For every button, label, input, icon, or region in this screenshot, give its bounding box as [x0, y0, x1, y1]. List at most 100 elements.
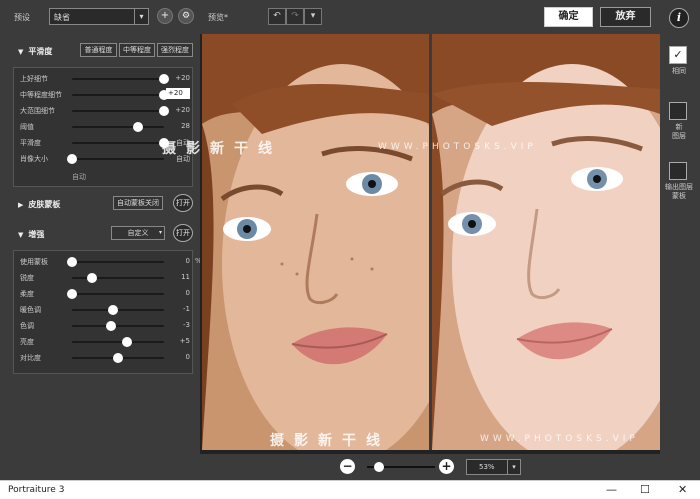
enhance-slider-label: 暖色调 — [20, 306, 41, 314]
enhance-slider-track[interactable] — [72, 305, 164, 315]
enhance-slider-knob[interactable] — [87, 273, 98, 283]
enhance-slider-value: -3 — [183, 321, 190, 329]
watermark-text-top: 摄影新干线 — [162, 141, 282, 157]
add-preset-button[interactable]: + — [157, 8, 173, 24]
enhance-mode-select[interactable]: 自定义 ▾ — [111, 226, 165, 240]
watermark-url-bottom: WWW.PHOTOSKS.VIP — [480, 434, 639, 444]
enhance-slider-track[interactable] — [72, 321, 164, 331]
enhance-slider-knob[interactable] — [67, 257, 77, 267]
smoothing-slider-label: 阈值 — [20, 123, 34, 131]
triangle-down-icon: ▼ — [18, 231, 24, 239]
enhance-slider-track[interactable] — [72, 273, 164, 283]
maximize-button[interactable]: ☐ — [640, 483, 650, 496]
same-label: 相同 — [672, 67, 686, 75]
preset-strong-button[interactable]: 强烈程度 — [157, 43, 193, 57]
skin-mask-open-button[interactable]: 打开 — [173, 194, 193, 212]
triangle-right-icon: ▶ — [18, 201, 24, 209]
smoothing-slider-row: 上好细节 +20 — [14, 71, 194, 87]
enhance-slider-label: 对比度 — [20, 354, 41, 362]
same-checkbox[interactable]: ✓ — [669, 46, 687, 64]
enhance-slider-label: 亮度 — [20, 338, 34, 346]
auto-mask-toggle[interactable]: 自动蒙板关闭 — [113, 196, 163, 210]
enhance-slider-knob[interactable] — [113, 353, 123, 363]
enhance-slider-row: 使用蒙板 0% — [14, 254, 202, 270]
preset-value: 缺省 — [54, 13, 70, 22]
enhance-slider-row: 柔度 0 — [14, 286, 194, 302]
enhance-slider-label: 锐度 — [20, 274, 34, 282]
zoom-out-button[interactable]: − — [340, 459, 355, 474]
triangle-down-icon: ▼ — [18, 48, 24, 56]
enhance-slider-row: 色调 -3 — [14, 318, 194, 334]
skin-mask-section-header[interactable]: ▶ 皮肤蒙板 — [18, 199, 60, 210]
chevron-down-icon: ▾ — [134, 9, 148, 24]
smoothing-slider-row: 中等程度细节 +20 — [14, 87, 194, 103]
top-toolbar: 预设 缺省 ▾ + ⚙ 预览* ↶ ↷ ▾ 确定 放弃 i — [0, 0, 700, 34]
smoothing-section-header[interactable]: ▼ 平滑度 — [18, 46, 52, 57]
smoothing-slider-track[interactable] — [67, 154, 164, 164]
zoom-in-button[interactable]: + — [439, 459, 454, 474]
portrait-processed-illustration — [432, 34, 660, 450]
preset-select[interactable]: 缺省 ▾ — [49, 8, 149, 25]
window-title-bar: Portraiture 3 — ☐ ✕ — [0, 480, 700, 499]
undo-button[interactable]: ↶ — [268, 8, 286, 25]
output-layer-mask-label: 输出图层 蒙板 — [665, 183, 693, 200]
smoothing-slider-track[interactable] — [72, 138, 169, 148]
enhance-slider-knob[interactable] — [105, 321, 116, 331]
smoothing-slider-label: 肖像大小 — [20, 155, 48, 163]
smoothing-slider-knob[interactable] — [67, 154, 77, 164]
enhance-slider-knob[interactable] — [122, 337, 133, 347]
zoom-slider-knob[interactable] — [373, 462, 384, 472]
smoothing-slider-value: +20 — [175, 74, 190, 82]
enhance-slider-knob[interactable] — [67, 289, 77, 299]
enhance-slider-row: 锐度 11 — [14, 270, 194, 286]
preset-normal-button[interactable]: 普通程度 — [80, 43, 117, 57]
portrait-size-sub-label: 自动 — [72, 173, 86, 181]
smoothing-slider-row: 阈值 28 — [14, 119, 194, 135]
enhance-slider-label: 色调 — [20, 322, 34, 330]
settings-gear-button[interactable]: ⚙ — [178, 8, 194, 24]
enhance-open-button[interactable]: 打开 — [173, 224, 193, 242]
output-layer-mask-checkbox[interactable] — [669, 162, 687, 180]
enhance-slider-track[interactable] — [67, 289, 164, 299]
zoom-level-select[interactable]: 53% ▾ — [466, 459, 521, 475]
redo-button[interactable]: ↷ — [286, 8, 304, 25]
close-button[interactable]: ✕ — [678, 483, 687, 496]
cancel-button[interactable]: 放弃 — [600, 7, 651, 27]
original-preview-image[interactable] — [202, 34, 430, 450]
smoothing-slider-track[interactable] — [72, 74, 169, 84]
portrait-original-illustration — [202, 34, 430, 450]
smoothing-slider-label: 平滑度 — [20, 139, 41, 147]
enhance-slider-value: 11 — [181, 273, 190, 281]
smoothing-slider-track[interactable] — [72, 106, 169, 116]
zoom-bar: − + 53% ▾ — [0, 454, 700, 480]
right-toolbar: ✓ 相同 新 图层 输出图层 蒙板 — [660, 34, 700, 454]
enhance-slider-track[interactable] — [67, 257, 164, 267]
enhance-slider-value: 0 — [185, 257, 190, 265]
smoothing-slider-label: 大范围细节 — [20, 107, 55, 115]
enhance-section-header[interactable]: ▼ 增强 — [18, 229, 44, 240]
enhance-slider-track[interactable] — [72, 337, 164, 347]
preset-medium-button[interactable]: 中等程度 — [119, 43, 155, 57]
smoothing-sliders-box: 上好细节 +20 中等程度细节 +20 大范围细节 +20 阈值 28 平滑度 自动 肖像大小 自动 … — [13, 67, 193, 187]
enhance-title: 增强 — [28, 230, 45, 239]
chevron-down-icon: ▾ — [158, 229, 162, 236]
smoothing-slider-track[interactable] — [72, 122, 164, 132]
new-layer-checkbox[interactable] — [669, 102, 687, 120]
smoothing-slider-value[interactable]: +20 — [166, 88, 190, 99]
smoothing-slider-knob[interactable] — [133, 122, 144, 132]
enhance-slider-label: 使用蒙板 — [20, 258, 48, 266]
info-button[interactable]: i — [669, 8, 689, 28]
history-dropdown-button[interactable]: ▾ — [304, 8, 322, 25]
zoom-level-value: 53% — [479, 463, 495, 471]
enhance-slider-value: -1 — [183, 305, 190, 313]
preview-area: 摄影新干线 WWW.PHOTOSKS.VIP 摄影新干线 WWW.PHOTOSK… — [162, 34, 660, 454]
preset-label: 预设 — [14, 13, 30, 22]
enhance-mode-value: 自定义 — [127, 229, 149, 237]
enhance-slider-track[interactable] — [72, 353, 164, 363]
processed-preview-image[interactable] — [432, 34, 660, 450]
enhance-slider-knob[interactable] — [108, 305, 119, 315]
smoothing-slider-track[interactable] — [72, 90, 169, 100]
enhance-slider-value: 0 — [185, 353, 190, 361]
minimize-button[interactable]: — — [606, 483, 617, 496]
ok-button[interactable]: 确定 — [544, 7, 593, 27]
